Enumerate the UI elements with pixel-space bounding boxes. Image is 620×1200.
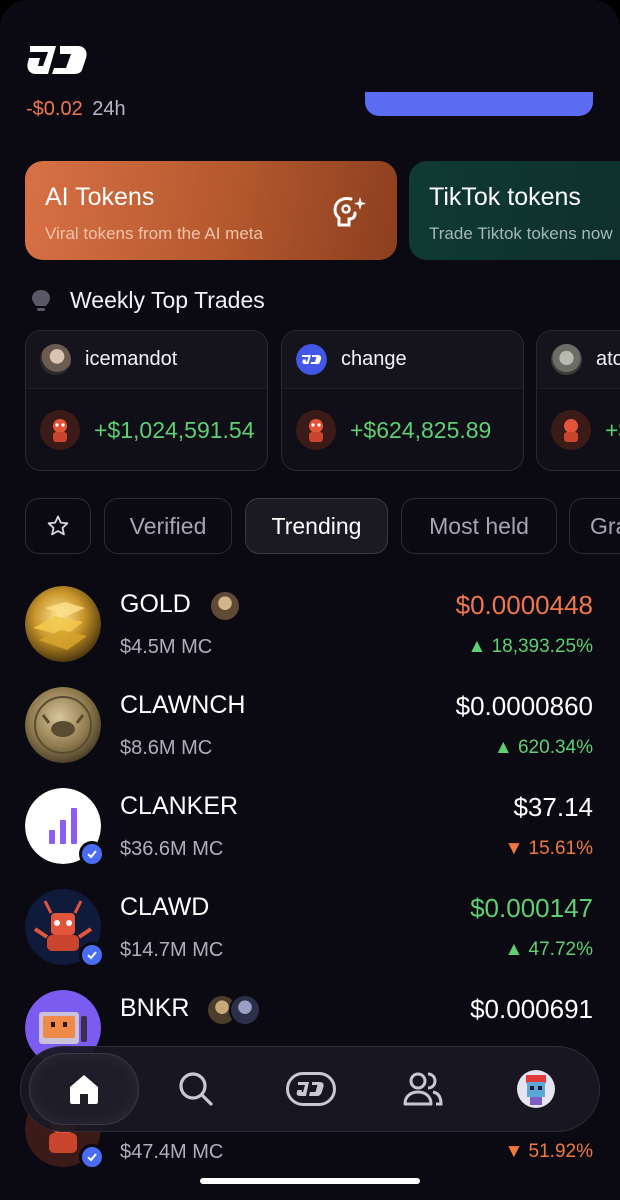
nav-search[interactable] xyxy=(176,1069,216,1109)
verified-icon xyxy=(79,942,105,968)
token-avatar xyxy=(551,410,591,450)
filter-more[interactable]: Gra xyxy=(569,498,620,554)
category-subtitle: Viral tokens from the AI meta xyxy=(45,224,263,243)
pnl-value: -$0.02 xyxy=(26,98,83,120)
token-market-cap: $36.6M MC xyxy=(120,838,224,860)
token-price: $0.000147 xyxy=(470,893,593,923)
token-change: ▼ 15.61% xyxy=(504,838,593,859)
trade-amount: +$ xyxy=(605,416,620,443)
token-avatar xyxy=(40,410,80,450)
people-icon xyxy=(403,1072,443,1106)
trade-amount: +$624,825.89 xyxy=(350,416,492,443)
pnl-24h: -$0.02 24h xyxy=(26,98,126,121)
holder-avatar xyxy=(209,590,241,622)
token-price: $0.000691 xyxy=(470,994,593,1024)
trade-card[interactable]: atc +$ xyxy=(536,330,620,471)
section-title: Weekly Top Trades xyxy=(70,287,265,313)
pnl-period: 24h xyxy=(92,98,126,120)
trade-card[interactable]: icemandot +$1,024,591.54 xyxy=(25,330,268,471)
bottom-nav xyxy=(20,1046,600,1132)
verified-icon xyxy=(79,841,105,867)
filter-trending[interactable]: Trending xyxy=(245,498,388,554)
nav-profile[interactable] xyxy=(516,1069,556,1109)
deposit-button[interactable] xyxy=(365,92,593,116)
trade-username: atc xyxy=(596,348,620,370)
token-avatar xyxy=(25,586,101,662)
trade-card[interactable]: change +$624,825.89 xyxy=(281,330,524,471)
token-price: $0.0000448 xyxy=(455,590,593,620)
home-icon xyxy=(70,1075,98,1104)
category-title: AI Tokens xyxy=(45,183,155,211)
token-change: ▼ 51.92% xyxy=(504,1141,593,1162)
avatar xyxy=(40,344,71,375)
trade-username: icemandot xyxy=(85,348,178,370)
token-name: GOLD xyxy=(120,590,191,618)
token-market-cap: $14.7M MC xyxy=(120,939,224,961)
avatar xyxy=(551,344,582,375)
token-change: ▲ 47.72% xyxy=(504,939,593,960)
profile-avatar-icon xyxy=(517,1070,555,1108)
filter-most-held[interactable]: Most held xyxy=(401,498,557,554)
favorites-filter[interactable] xyxy=(25,498,91,554)
token-row[interactable]: CLAWD $14.7M MC $0.000147 ▲ 47.72% xyxy=(0,889,620,989)
trade-amount: +$1,024,591.54 xyxy=(94,416,255,443)
token-avatar xyxy=(25,687,101,763)
token-name: CLANKER xyxy=(120,792,239,820)
token-market-cap: $47.4M MC xyxy=(120,1141,224,1163)
weekly-top-trades-header: Weekly Top Trades xyxy=(30,287,265,314)
token-name: BNKR xyxy=(120,994,190,1022)
token-icon xyxy=(286,1072,336,1106)
app-screen: -$0.02 24h AI Tokens Viral tokens from t… xyxy=(0,0,620,1200)
category-subtitle: Trade Tiktok tokens now xyxy=(429,224,613,243)
token-change: ▲ 18,393.25% xyxy=(467,636,593,657)
token-market-cap: $8.6M MC xyxy=(120,737,213,759)
token-market-cap: $4.5M MC xyxy=(120,636,213,658)
token-price: $37.14 xyxy=(513,792,593,822)
token-row[interactable]: CLANKER $36.6M MC $37.14 ▼ 15.61% xyxy=(0,788,620,888)
home-indicator[interactable] xyxy=(200,1178,420,1184)
token-change: ▲ 620.34% xyxy=(493,737,593,758)
ai-sparkle-icon xyxy=(333,197,366,227)
token-row[interactable]: CLAWNCH $8.6M MC $0.0000860 ▲ 620.34% xyxy=(0,687,620,787)
nav-tokens[interactable] xyxy=(286,1069,336,1109)
avatar xyxy=(296,344,327,375)
verified-icon xyxy=(79,1144,105,1170)
nav-social[interactable] xyxy=(403,1069,443,1109)
search-icon xyxy=(179,1072,213,1106)
token-price: $0.0000860 xyxy=(455,691,593,721)
token-row[interactable]: GOLD $4.5M MC $0.0000448 ▲ 18,393.25% xyxy=(0,586,620,686)
holder-avatar xyxy=(229,994,261,1026)
trade-username: change xyxy=(341,348,407,370)
category-title: TikTok tokens xyxy=(429,183,581,211)
logo-icon xyxy=(27,46,87,74)
category-card-ai-tokens[interactable]: AI Tokens Viral tokens from the AI meta xyxy=(25,161,397,260)
category-card-tiktok-tokens[interactable]: TikTok tokens Trade Tiktok tokens now xyxy=(409,161,620,260)
token-name: CLAWD xyxy=(120,893,210,921)
filter-verified[interactable]: Verified xyxy=(104,498,232,554)
star-icon xyxy=(47,515,69,536)
lightbulb-icon xyxy=(32,289,50,311)
nav-home[interactable] xyxy=(29,1053,139,1125)
token-name: CLAWNCH xyxy=(120,691,246,719)
token-avatar xyxy=(296,410,336,450)
